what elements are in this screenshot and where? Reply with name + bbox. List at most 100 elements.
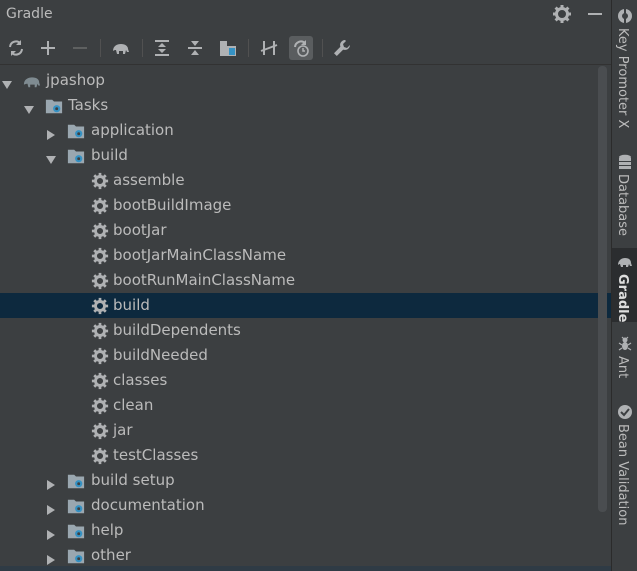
side-tab-database[interactable]: Database [612, 150, 637, 240]
expand-toggle[interactable] [24, 100, 34, 114]
gear-icon-wrap [91, 197, 109, 215]
expand-toggle[interactable] [46, 500, 56, 515]
expand-all-button[interactable] [150, 36, 174, 60]
gear-icon-wrap [91, 272, 109, 290]
task-folder-icon-wrap [67, 147, 85, 165]
collapsed-arrow-icon [47, 505, 55, 515]
gear-icon-wrap [91, 172, 109, 190]
gear-icon-wrap [91, 247, 109, 265]
expand-toggle[interactable] [2, 75, 12, 89]
task-row[interactable]: testClasses [0, 443, 611, 468]
task-row[interactable]: jar [0, 418, 611, 443]
task-folder-icon [67, 549, 85, 564]
task-folder-icon-wrap [67, 122, 85, 140]
tree-node-label: other [91, 546, 131, 564]
tree-node-label: testClasses [113, 446, 199, 464]
tree-node-row[interactable]: build setup [0, 468, 611, 493]
tree-node-row[interactable]: other [0, 543, 611, 568]
group-modules-button[interactable] [216, 36, 240, 60]
gear-icon [91, 247, 109, 265]
side-tab-label: Database [615, 174, 630, 237]
gear-icon [91, 172, 109, 190]
database-icon [619, 154, 631, 169]
tree-node-label: build [113, 296, 150, 314]
tree-node-row[interactable]: application [0, 118, 611, 143]
task-row[interactable]: buildNeeded [0, 343, 611, 368]
toolbar-separator [248, 39, 249, 57]
side-tab-key-promoter-x[interactable]: Key Promoter X [612, 4, 637, 144]
tree-node-label: bootJarMainClassName [113, 246, 287, 264]
wrench-button[interactable] [330, 36, 354, 60]
tree-node-row[interactable]: documentation [0, 493, 611, 518]
gear-icon [91, 197, 109, 215]
tree-node-label: buildDependents [113, 321, 241, 339]
tree-node-row[interactable]: Tasks [0, 93, 611, 118]
task-folder-icon [67, 149, 85, 164]
minimize-button[interactable] [587, 4, 603, 24]
task-row[interactable]: bootBuildImage [0, 193, 611, 218]
side-tab-label: Ant [615, 356, 630, 379]
task-row[interactable]: buildDependents [0, 318, 611, 343]
gradle-toolbar [0, 32, 611, 65]
tree-node-row[interactable]: jpashop [0, 68, 611, 93]
settings-gear-button[interactable] [552, 4, 572, 24]
add-button[interactable] [36, 36, 60, 60]
collapse-all-button[interactable] [183, 36, 207, 60]
task-folder-icon [45, 99, 63, 114]
tree-node-row[interactable]: help [0, 518, 611, 543]
task-row[interactable]: assemble [0, 168, 611, 193]
expand-toggle[interactable] [46, 475, 56, 490]
task-folder-icon [67, 499, 85, 514]
gradle-task-tree: jpashop Tasks application build assemble… [0, 66, 611, 571]
gear-icon-wrap [91, 372, 109, 390]
task-row[interactable]: clean [0, 393, 611, 418]
expand-toggle[interactable] [46, 150, 56, 164]
gear-icon-wrap [91, 397, 109, 415]
gear-icon [553, 5, 571, 23]
gear-icon [91, 322, 109, 340]
task-row[interactable]: bootJarMainClassName [0, 243, 611, 268]
task-row[interactable]: classes [0, 368, 611, 393]
tree-node-label: bootJar [113, 221, 167, 239]
side-tab-bean-validation[interactable]: Bean Validation [612, 400, 637, 530]
toggle-offline-button[interactable] [257, 36, 281, 60]
tree-node-row[interactable]: build [0, 143, 611, 168]
history-button[interactable] [289, 36, 313, 60]
gradle-elephant-icon-wrap [617, 254, 633, 270]
expanded-arrow-icon [24, 106, 34, 114]
expanded-arrow-icon [2, 81, 12, 89]
tree-node-label: build [91, 146, 128, 164]
gear-icon-wrap [91, 422, 109, 440]
key-promoter-icon [618, 9, 632, 23]
ant-icon [618, 336, 632, 351]
bottom-edge [0, 566, 611, 571]
tree-node-label: clean [113, 396, 154, 414]
elephant-icon [113, 44, 129, 54]
gear-icon-wrap [91, 297, 109, 315]
task-row[interactable]: bootJar [0, 218, 611, 243]
side-tab-label: Bean Validation [615, 424, 630, 526]
remove-button[interactable] [68, 36, 92, 60]
elephant-button[interactable] [109, 36, 133, 60]
history-icon [294, 40, 309, 57]
toolbar-separator [142, 39, 143, 57]
tool-window-header: Gradle [0, 0, 611, 30]
collapsed-arrow-icon [47, 130, 55, 140]
tree-scrollbar[interactable] [598, 66, 607, 512]
expand-toggle[interactable] [46, 550, 56, 565]
collapsed-arrow-icon [47, 530, 55, 540]
side-tab-ant[interactable]: Ant [612, 328, 637, 388]
gradle-elephant-icon [618, 258, 632, 267]
side-tab-gradle[interactable]: Gradle [612, 248, 637, 322]
reload-button[interactable] [4, 36, 28, 60]
task-row[interactable]: build [0, 293, 611, 318]
task-folder-icon-wrap [45, 97, 63, 115]
expand-toggle[interactable] [46, 125, 56, 140]
tree-node-label: jar [113, 421, 133, 439]
expand-toggle[interactable] [46, 525, 56, 540]
remove-icon [73, 47, 87, 49]
gear-icon [91, 422, 109, 440]
tree-node-label: Tasks [68, 96, 109, 114]
tree-node-label: buildNeeded [113, 346, 208, 364]
task-row[interactable]: bootRunMainClassName [0, 268, 611, 293]
